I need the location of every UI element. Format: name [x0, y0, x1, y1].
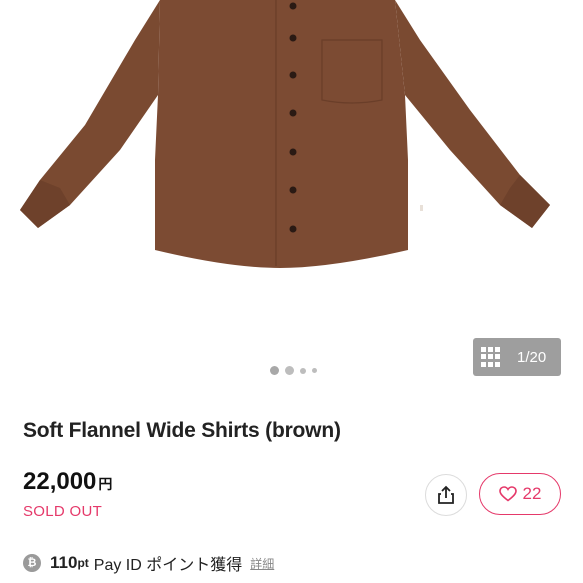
like-button[interactable]: 22	[479, 473, 561, 515]
heart-icon	[498, 486, 517, 502]
carousel-dot[interactable]	[300, 367, 306, 374]
points-info: ₿ 110 pt Pay ID ポイント獲得 詳細	[23, 551, 274, 575]
coin-icon: ₿	[23, 554, 41, 572]
product-image[interactable]: 1/20	[0, 0, 583, 390]
points-amount: 110	[50, 553, 78, 572]
points-detail-link[interactable]: 詳細	[250, 555, 274, 572]
points-text: Pay ID ポイント獲得	[93, 557, 243, 574]
price-currency: 円	[98, 476, 113, 492]
carousel-dots	[270, 366, 317, 375]
product-title: Soft Flannel Wide Shirts (brown)	[23, 419, 341, 442]
shirt-photo	[20, 0, 550, 268]
share-button[interactable]	[425, 474, 467, 516]
grid-icon	[481, 347, 501, 367]
like-count: 22	[522, 484, 542, 503]
status-badge: SOLD OUT	[23, 503, 103, 520]
share-icon	[438, 485, 454, 504]
carousel-dot[interactable]	[285, 366, 294, 375]
carousel-dot[interactable]	[270, 366, 279, 375]
carousel-dot[interactable]	[312, 368, 317, 373]
points-unit: pt	[77, 556, 89, 570]
gallery-button[interactable]: 1/20	[473, 338, 561, 376]
product-price: 22,000 円	[23, 468, 112, 496]
image-counter: 1/20	[517, 348, 547, 366]
price-value: 22,000	[23, 468, 97, 495]
